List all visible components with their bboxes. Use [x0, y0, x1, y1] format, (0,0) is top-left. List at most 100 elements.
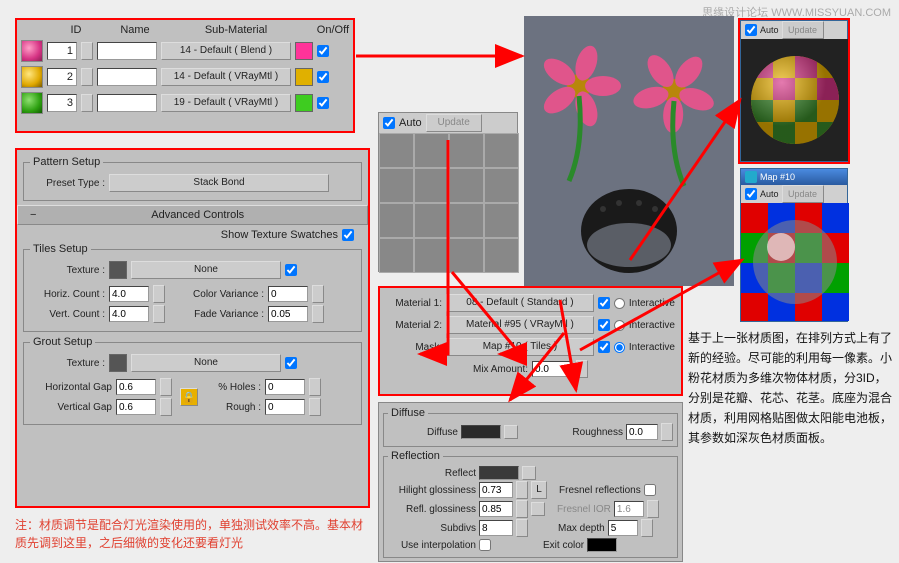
tile-grid [379, 133, 519, 273]
mask-label: Mask: [386, 342, 442, 353]
interactive-label: Interactive [629, 298, 675, 309]
rough-input[interactable] [265, 399, 305, 415]
sub-material-button[interactable]: 14 - Default ( Blend ) [161, 42, 291, 60]
spinner[interactable] [81, 68, 93, 86]
tiles-tex-button[interactable]: None [131, 261, 281, 279]
update-button[interactable]: Update [426, 114, 482, 132]
rglossy-map-icon[interactable] [531, 502, 545, 516]
id-field[interactable]: 1 [47, 42, 77, 60]
material-swatch[interactable] [21, 66, 43, 88]
pattern-panel: Pattern Setup Preset Type : Stack Bond −… [15, 148, 370, 508]
spinner[interactable] [312, 305, 324, 323]
auto-check[interactable] [745, 188, 757, 200]
auto-check[interactable] [745, 24, 757, 36]
fvar-input[interactable] [268, 306, 308, 322]
vcount-input[interactable] [109, 306, 149, 322]
id-field[interactable]: 2 [47, 68, 77, 86]
fior-input[interactable] [614, 501, 644, 517]
sub-material-button[interactable]: 19 - Default ( VRayMtl ) [161, 94, 291, 112]
preview-window-1: Auto Update [740, 20, 848, 162]
spinner[interactable] [309, 398, 321, 416]
name-field[interactable] [97, 94, 157, 112]
spinner[interactable] [81, 94, 93, 112]
onoff-check[interactable] [317, 45, 329, 57]
diffuse-color[interactable] [461, 425, 501, 439]
mat1-button[interactable]: 08 - Default ( Standard ) [446, 294, 594, 312]
reflect-map-icon[interactable] [522, 466, 536, 480]
id-field[interactable]: 3 [47, 94, 77, 112]
cvar-input[interactable] [268, 286, 308, 302]
mask-button[interactable]: Map #10 ( Tiles ) [446, 338, 594, 356]
color-swatch[interactable] [295, 68, 313, 86]
color-swatch[interactable] [295, 94, 313, 112]
show-swatches-check[interactable] [342, 229, 354, 241]
lock-icon[interactable]: 🔒 [180, 388, 198, 406]
vgap-input[interactable] [116, 399, 156, 415]
diffuse-map-icon[interactable] [504, 425, 518, 439]
mat2-button[interactable]: Material #95 ( VRayMtl ) [446, 316, 594, 334]
L-button[interactable]: L [531, 481, 547, 499]
sub-material-button[interactable]: 14 - Default ( VRayMtl ) [161, 68, 291, 86]
mat1-check[interactable] [598, 297, 610, 309]
mask-check[interactable] [598, 341, 610, 353]
mask-radio[interactable] [614, 342, 625, 353]
useinterp-check[interactable] [479, 539, 491, 551]
reflect-color[interactable] [479, 466, 519, 480]
col-name: Name [105, 24, 165, 36]
advanced-controls[interactable]: Advanced Controls [151, 209, 244, 221]
spinner[interactable] [160, 398, 172, 416]
preset-dropdown[interactable]: Stack Bond [109, 174, 329, 192]
grout-tex-button[interactable]: None [131, 354, 281, 372]
tiles-tex-color[interactable] [109, 261, 127, 279]
update-button[interactable]: Update [782, 185, 824, 203]
spinner[interactable] [516, 500, 528, 518]
spinner[interactable] [641, 519, 653, 537]
hcount-input[interactable] [109, 286, 149, 302]
fresnel-check[interactable] [644, 484, 656, 496]
spinner[interactable] [309, 378, 321, 396]
material-swatch[interactable] [21, 40, 43, 62]
auto-check[interactable] [383, 117, 395, 129]
onoff-check[interactable] [317, 97, 329, 109]
tiles-tex-check[interactable] [285, 264, 297, 276]
hglossy-input[interactable] [479, 482, 513, 498]
mat2-check[interactable] [598, 319, 610, 331]
roughness-input[interactable] [626, 424, 658, 440]
auto-label: Auto [760, 189, 779, 199]
rglossy-label: Refl. glossiness [388, 504, 476, 515]
spinner[interactable] [516, 481, 528, 499]
spinner[interactable] [516, 519, 528, 537]
onoff-check[interactable] [317, 71, 329, 83]
mix-input[interactable] [532, 361, 572, 377]
spinner[interactable] [81, 42, 93, 60]
spinner[interactable] [153, 305, 165, 323]
grout-tex-check[interactable] [285, 357, 297, 369]
tiles-tex-label: Texture : [30, 265, 105, 276]
hgap-input[interactable] [116, 379, 156, 395]
rglossy-input[interactable] [479, 501, 513, 517]
spinner[interactable] [661, 423, 673, 441]
material-swatch[interactable] [21, 92, 43, 114]
spinner[interactable] [160, 378, 172, 396]
mat1-radio[interactable] [614, 298, 625, 309]
name-field[interactable] [97, 42, 157, 60]
footnote-text: 注：材质调节是配合灯光渲染使用的，单独测试效率不高。基本材质先调到这里，之后细微… [15, 516, 367, 552]
holes-input[interactable] [265, 379, 305, 395]
spinner[interactable] [312, 285, 324, 303]
color-swatch[interactable] [295, 42, 313, 60]
grout-legend: Grout Setup [30, 336, 95, 348]
grout-tex-label: Texture : [30, 358, 105, 369]
exitcolor-swatch[interactable] [587, 538, 617, 552]
spinner[interactable] [647, 500, 659, 518]
vgap-label: Vertical Gap [30, 402, 112, 413]
subdivs-input[interactable] [479, 520, 513, 536]
pattern-legend: Pattern Setup [30, 156, 103, 168]
update-button[interactable]: Update [782, 21, 824, 39]
subdivs-label: Subdivs [388, 523, 476, 534]
grout-tex-color[interactable] [109, 354, 127, 372]
spinner[interactable] [576, 360, 588, 378]
spinner[interactable] [153, 285, 165, 303]
maxdepth-input[interactable] [608, 520, 638, 536]
mat2-radio[interactable] [614, 320, 625, 331]
name-field[interactable] [97, 68, 157, 86]
